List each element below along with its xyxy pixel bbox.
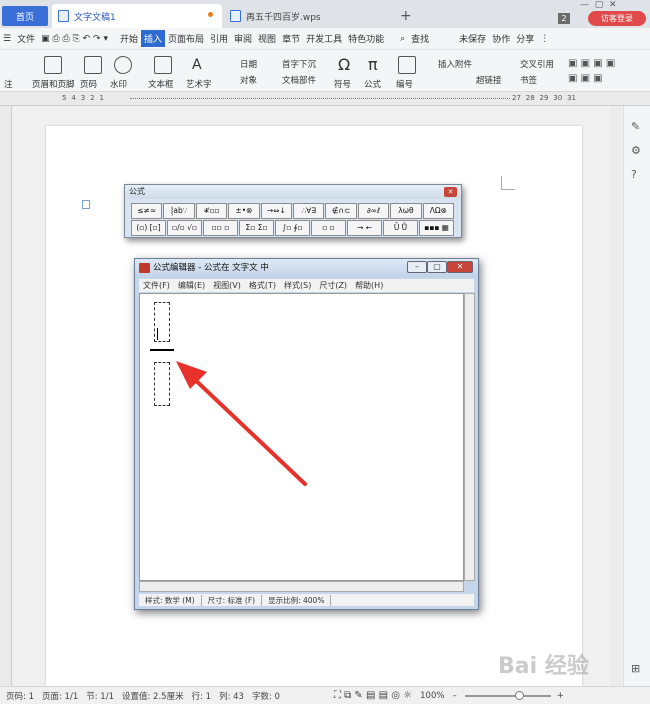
status-section: 节: 1/1 xyxy=(86,691,114,702)
status-bar: 页码: 1 页面: 1/1 节: 1/1 设置值: 2.5厘米 行: 1 列: … xyxy=(0,686,650,704)
zoom-in-icon[interactable]: + xyxy=(557,691,564,701)
zoom-level[interactable]: 100% xyxy=(420,691,444,701)
zoom-slider[interactable] xyxy=(464,690,551,700)
status-page: 页码: 1 xyxy=(6,691,34,702)
zoom-out-icon[interactable]: – xyxy=(452,691,456,701)
view-icons[interactable]: ⛶ ⧉ ✎ ▤ ▤ ◎ ☼ xyxy=(334,690,412,701)
status-pages: 页面: 1/1 xyxy=(41,691,79,702)
status-row: 行: 1 xyxy=(191,691,212,702)
annotation-arrow xyxy=(176,361,307,486)
baidu-watermark: Bai 经验 xyxy=(498,654,589,679)
status-col: 列: 43 xyxy=(219,691,244,702)
status-words: 字数: 0 xyxy=(251,691,280,702)
status-setting: 设置值: 2.5厘米 xyxy=(121,691,184,702)
